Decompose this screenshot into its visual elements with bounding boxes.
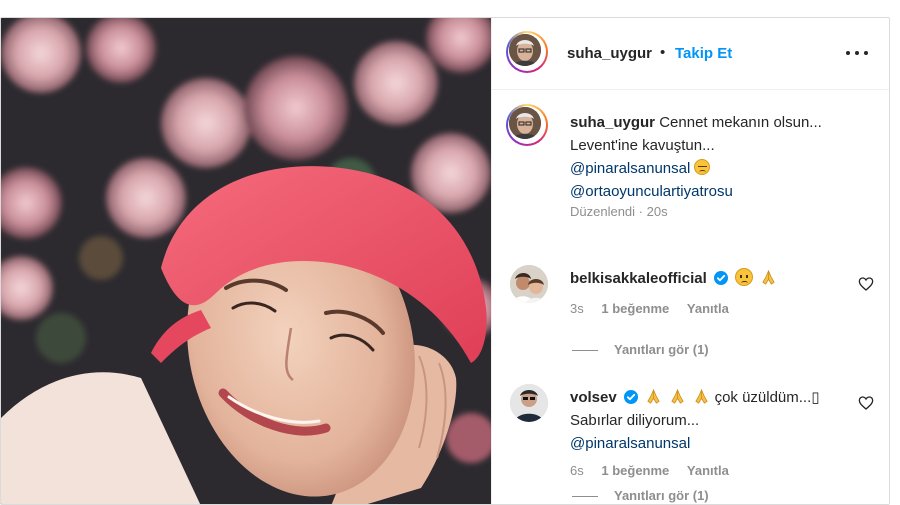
commenter-avatar-image xyxy=(510,384,548,422)
commenter-avatar[interactable] xyxy=(510,384,548,422)
praying-hands-emoji-icon xyxy=(647,388,660,404)
comment-meta: 3s 1 beğenme Yanıtla xyxy=(570,301,743,316)
caption-mention-1[interactable]: @pinaralsanunsal xyxy=(570,157,880,180)
author-avatar-image xyxy=(509,34,541,66)
woman-in-pink-scarf-photo xyxy=(1,18,491,504)
more-options-icon[interactable] xyxy=(844,42,872,64)
verified-badge-icon xyxy=(713,271,728,285)
caption-text: suha_uygur Cennet mekanın olsun... Leven… xyxy=(570,111,880,203)
caption-line-1: Cennet mekanın olsun... xyxy=(659,114,822,131)
reply-button[interactable]: Yanıtla xyxy=(687,463,729,478)
view-replies-button[interactable]: Yanıtları gör (1) xyxy=(572,342,709,357)
comment-username[interactable]: belkisakkaleofficial xyxy=(570,270,707,287)
comment-time[interactable]: 6s xyxy=(570,463,584,478)
follow-button[interactable]: Takip Et xyxy=(675,45,732,62)
sad-face-emoji-icon xyxy=(694,159,711,175)
comment-text: belkisakkaleofficial xyxy=(570,267,860,290)
caption-meta: Düzenlendi · 20s xyxy=(570,204,668,219)
comment-likes[interactable]: 1 beğenme xyxy=(601,301,669,316)
caption-username[interactable]: suha_uygur xyxy=(570,114,655,131)
header-separator: • xyxy=(660,44,666,61)
commenter-avatar-image xyxy=(510,265,548,303)
comment-likes[interactable]: 1 beğenme xyxy=(601,463,669,478)
comment-mention[interactable]: @pinaralsanunsal xyxy=(570,435,690,452)
comment-body-line-2: Sabırlar diliyorum... xyxy=(570,412,700,429)
reply-button[interactable]: Yanıtla xyxy=(687,301,729,316)
caption-avatar[interactable] xyxy=(506,104,548,146)
instagram-post: suha_uygur • Takip Et suha_uygur Cennet … xyxy=(0,17,890,505)
praying-hands-emoji-icon xyxy=(762,269,775,285)
commenter-avatar[interactable] xyxy=(510,265,548,303)
post-photo[interactable] xyxy=(1,18,491,504)
author-avatar[interactable] xyxy=(506,31,548,73)
comment-time[interactable]: 3s xyxy=(570,301,584,316)
caption-avatar-image xyxy=(509,107,541,139)
heart-like-icon[interactable] xyxy=(858,276,874,292)
comment-body: çok üzüldüm...▯ xyxy=(714,389,820,406)
caption-line-2: Levent'ine kavuştun... xyxy=(570,137,715,154)
author-username[interactable]: suha_uygur xyxy=(567,45,652,62)
post-header: suha_uygur • Takip Et xyxy=(492,18,889,90)
edited-label: Düzenlendi xyxy=(570,204,636,219)
comment-text: volsev çok üzüldüm...▯ Sabırlar diliyoru… xyxy=(570,386,860,455)
view-replies-button[interactable]: Yanıtları gör (1) xyxy=(572,488,709,503)
praying-hands-emoji-icon xyxy=(671,388,684,404)
verified-badge-icon xyxy=(623,390,638,404)
sad-face-emoji-icon xyxy=(735,268,754,286)
post-sidebar: suha_uygur • Takip Et suha_uygur Cennet … xyxy=(491,18,889,504)
caption-mention-2[interactable]: @ortaoyunculartiyatrosu xyxy=(570,180,880,203)
heart-like-icon[interactable] xyxy=(858,395,874,411)
comment-username[interactable]: volsev xyxy=(570,389,617,406)
praying-hands-emoji-icon xyxy=(695,388,709,404)
caption-time[interactable]: 20s xyxy=(647,204,668,219)
comment-meta: 6s 1 beğenme Yanıtla xyxy=(570,463,743,478)
meta-dot: · xyxy=(638,204,644,219)
